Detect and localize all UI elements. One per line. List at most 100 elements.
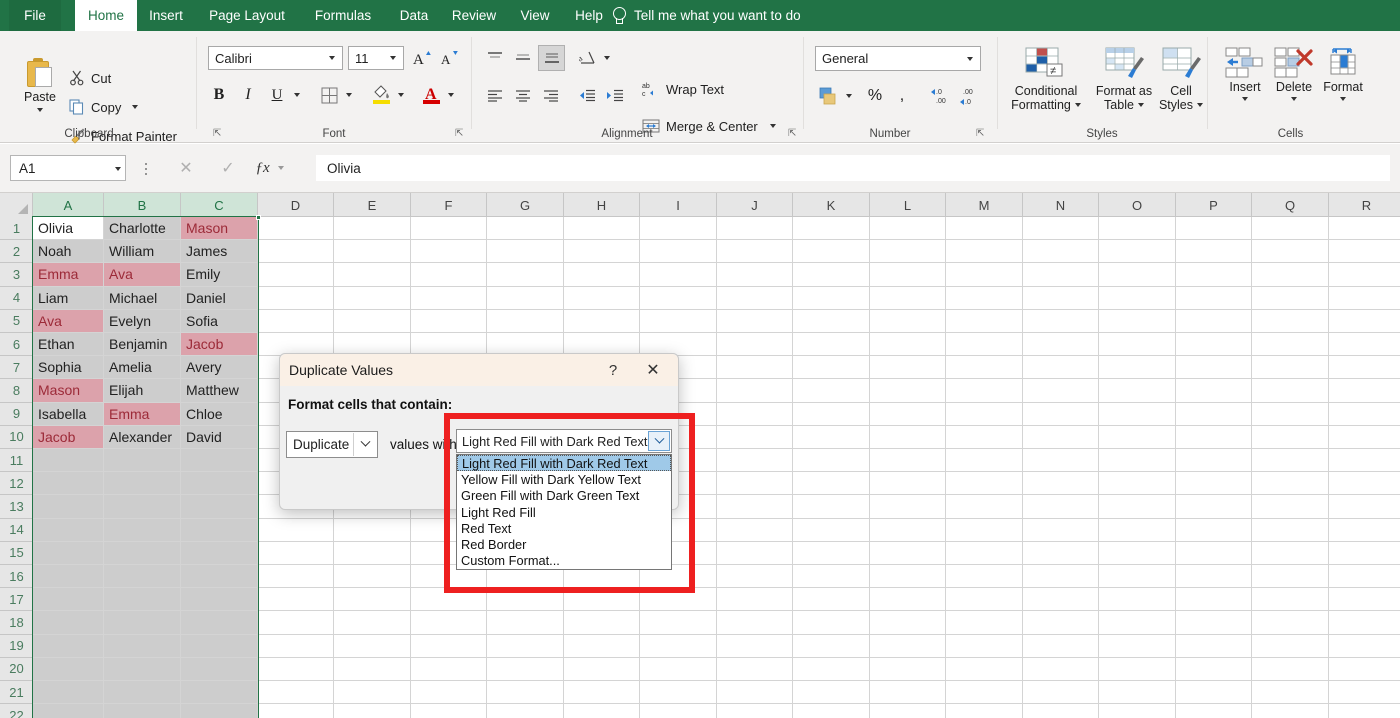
cell-L7[interactable] xyxy=(870,356,946,379)
cell-F1[interactable] xyxy=(411,217,487,240)
cell-E3[interactable] xyxy=(334,263,411,286)
cell-L20[interactable] xyxy=(870,658,946,681)
cell-J16[interactable] xyxy=(717,565,793,588)
cell-N12[interactable] xyxy=(1023,472,1099,495)
cell-C18[interactable] xyxy=(181,611,258,634)
cell-C1[interactable]: Mason xyxy=(181,217,258,240)
cell-N22[interactable] xyxy=(1023,704,1099,718)
cell-J1[interactable] xyxy=(717,217,793,240)
align-right-button[interactable] xyxy=(538,83,563,107)
cell-G5[interactable] xyxy=(487,310,564,333)
cell-C21[interactable] xyxy=(181,681,258,704)
cell-Q16[interactable] xyxy=(1252,565,1329,588)
cell-K15[interactable] xyxy=(793,542,870,565)
cell-Q19[interactable] xyxy=(1252,635,1329,658)
cell-M18[interactable] xyxy=(946,611,1023,634)
cell-A4[interactable]: Liam xyxy=(33,287,104,310)
cell-L21[interactable] xyxy=(870,681,946,704)
accounting-format-button[interactable] xyxy=(815,83,841,109)
cell-M8[interactable] xyxy=(946,379,1023,402)
increase-font-size-button[interactable]: A xyxy=(409,46,434,70)
fill-color-options-button[interactable] xyxy=(394,83,408,107)
cell-O17[interactable] xyxy=(1099,588,1176,611)
cell-N4[interactable] xyxy=(1023,287,1099,310)
borders-button[interactable] xyxy=(317,83,341,107)
cell-R12[interactable] xyxy=(1329,472,1400,495)
underline-options-button[interactable] xyxy=(290,83,304,107)
cell-R1[interactable] xyxy=(1329,217,1400,240)
cell-H1[interactable] xyxy=(564,217,640,240)
cell-O20[interactable] xyxy=(1099,658,1176,681)
cell-A12[interactable] xyxy=(33,472,104,495)
cell-A7[interactable]: Sophia xyxy=(33,356,104,379)
cell-Q11[interactable] xyxy=(1252,449,1329,472)
cell-B22[interactable] xyxy=(104,704,181,718)
percent-style-button[interactable]: % xyxy=(863,83,887,109)
cell-A11[interactable] xyxy=(33,449,104,472)
cell-Q17[interactable] xyxy=(1252,588,1329,611)
cell-N20[interactable] xyxy=(1023,658,1099,681)
cell-H20[interactable] xyxy=(564,658,640,681)
cell-N7[interactable] xyxy=(1023,356,1099,379)
cell-P22[interactable] xyxy=(1176,704,1252,718)
cell-J15[interactable] xyxy=(717,542,793,565)
cell-E5[interactable] xyxy=(334,310,411,333)
cell-O11[interactable] xyxy=(1099,449,1176,472)
close-icon[interactable]: ✕ xyxy=(640,358,666,382)
cell-B9[interactable]: Emma xyxy=(104,403,181,426)
cell-Q21[interactable] xyxy=(1252,681,1329,704)
cell-F5[interactable] xyxy=(411,310,487,333)
cell-R11[interactable] xyxy=(1329,449,1400,472)
wrap-text-button[interactable]: ab c Wrap Text xyxy=(639,80,727,98)
cell-L14[interactable] xyxy=(870,519,946,542)
cell-L10[interactable] xyxy=(870,426,946,449)
cell-Q8[interactable] xyxy=(1252,379,1329,402)
cell-M12[interactable] xyxy=(946,472,1023,495)
cell-C13[interactable] xyxy=(181,495,258,518)
font-size-combo[interactable]: 11 xyxy=(348,46,404,70)
cell-J8[interactable] xyxy=(717,379,793,402)
cell-G20[interactable] xyxy=(487,658,564,681)
cell-R15[interactable] xyxy=(1329,542,1400,565)
cell-L9[interactable] xyxy=(870,403,946,426)
tab-view[interactable]: View xyxy=(508,0,562,31)
cell-P5[interactable] xyxy=(1176,310,1252,333)
cell-C4[interactable]: Daniel xyxy=(181,287,258,310)
cell-B11[interactable] xyxy=(104,449,181,472)
cell-D17[interactable] xyxy=(258,588,334,611)
cell-O5[interactable] xyxy=(1099,310,1176,333)
cell-P9[interactable] xyxy=(1176,403,1252,426)
chevron-down-icon[interactable] xyxy=(115,161,121,176)
cell-O4[interactable] xyxy=(1099,287,1176,310)
cell-M16[interactable] xyxy=(946,565,1023,588)
cell-M7[interactable] xyxy=(946,356,1023,379)
cell-G21[interactable] xyxy=(487,681,564,704)
cell-K6[interactable] xyxy=(793,333,870,356)
cell-P2[interactable] xyxy=(1176,240,1252,263)
column-header-o[interactable]: O xyxy=(1099,193,1176,217)
tell-me-search[interactable]: Tell me what you want to do xyxy=(612,0,801,31)
cell-N6[interactable] xyxy=(1023,333,1099,356)
fx-icon[interactable]: ƒx xyxy=(249,160,291,177)
font-color-button[interactable]: A xyxy=(419,81,443,107)
tab-data[interactable]: Data xyxy=(388,0,440,31)
cell-E15[interactable] xyxy=(334,542,411,565)
row-header-9[interactable]: 9 xyxy=(0,403,33,426)
cell-I20[interactable] xyxy=(640,658,717,681)
cell-J9[interactable] xyxy=(717,403,793,426)
cell-N1[interactable] xyxy=(1023,217,1099,240)
row-header-7[interactable]: 7 xyxy=(0,356,33,379)
cell-H22[interactable] xyxy=(564,704,640,718)
cell-R5[interactable] xyxy=(1329,310,1400,333)
column-header-d[interactable]: D xyxy=(258,193,334,217)
cell-N9[interactable] xyxy=(1023,403,1099,426)
row-header-8[interactable]: 8 xyxy=(0,379,33,402)
cell-B14[interactable] xyxy=(104,519,181,542)
cell-L12[interactable] xyxy=(870,472,946,495)
cell-I5[interactable] xyxy=(640,310,717,333)
cell-C6[interactable]: Jacob xyxy=(181,333,258,356)
cell-K7[interactable] xyxy=(793,356,870,379)
cell-P17[interactable] xyxy=(1176,588,1252,611)
cell-D4[interactable] xyxy=(258,287,334,310)
cell-B13[interactable] xyxy=(104,495,181,518)
